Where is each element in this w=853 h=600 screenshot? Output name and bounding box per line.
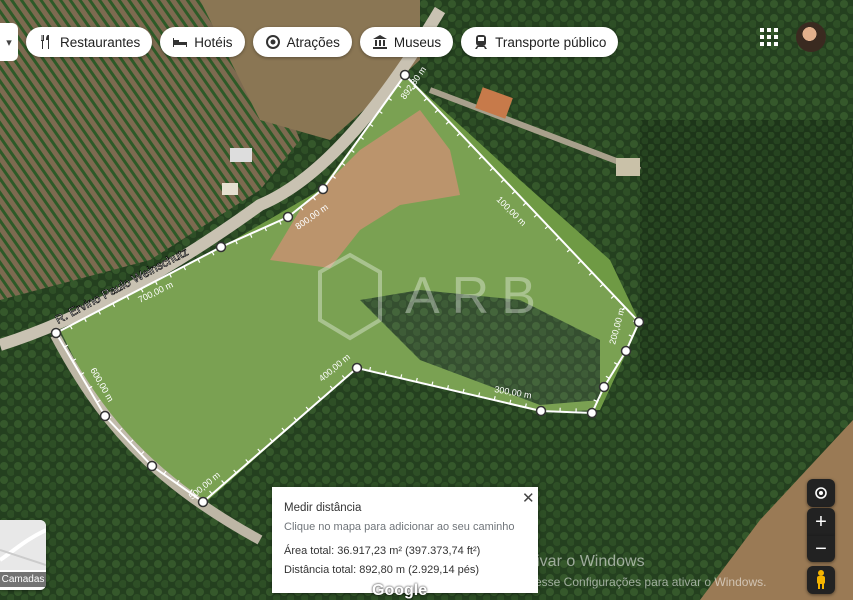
measurement-vertex[interactable] [197, 496, 209, 508]
windows-activation-text: Acesse Configurações para ativar o Windo… [521, 575, 767, 589]
measurement-vertex[interactable] [633, 316, 645, 328]
my-location-button[interactable] [807, 479, 835, 507]
layers-thumbnail [0, 520, 46, 570]
measure-title: Medir distância [284, 502, 362, 514]
museum-icon [372, 35, 387, 49]
chip-restaurantes[interactable]: Restaurantes [26, 27, 153, 57]
chip-hoteis[interactable]: Hotéis [160, 27, 245, 57]
barn [616, 158, 640, 176]
camera-icon [265, 35, 280, 49]
chip-atracoes[interactable]: Atrações [252, 27, 352, 57]
zoom-in-button[interactable]: + [807, 508, 835, 536]
measurement-vertex[interactable] [399, 69, 411, 81]
total-distance: Distância total: 892,80 m (2.929,14 pés) [284, 564, 480, 576]
account-avatar[interactable] [796, 22, 826, 52]
measure-distance-panel: Medir distância ✕ Clique no mapa para ad… [272, 487, 538, 593]
pegman-button[interactable] [807, 566, 835, 594]
measurement-vertex[interactable] [215, 241, 227, 253]
chip-label: Atrações [286, 34, 340, 50]
measurement-vertex[interactable] [620, 345, 632, 357]
measurement-vertex[interactable] [598, 381, 610, 393]
measurement-vertex[interactable] [99, 410, 111, 422]
expand-panel-button[interactable]: ▾ [0, 23, 18, 61]
measurement-vertex[interactable] [351, 362, 363, 374]
dark-forest-east [640, 120, 853, 380]
measurement-vertex[interactable] [535, 405, 547, 417]
measurement-vertex[interactable] [282, 211, 294, 223]
shed [230, 148, 252, 162]
zoom-out-button[interactable]: − [807, 536, 835, 562]
windows-activation-title: Ativar o Windows [521, 553, 645, 570]
measurement-vertex[interactable] [586, 407, 598, 419]
pegman-icon [817, 570, 825, 589]
location-target-icon [815, 487, 827, 499]
measurement-vertex[interactable] [50, 327, 62, 339]
apps-grid-icon[interactable] [760, 28, 778, 46]
category-chips: ▾ Restaurantes Hotéis Atrações Museus Tr… [0, 23, 619, 61]
layers-label: Camadas [0, 572, 46, 587]
chip-label: Restaurantes [60, 34, 141, 50]
close-icon[interactable]: ✕ [522, 489, 535, 507]
minus-icon: − [815, 537, 827, 560]
chip-museus[interactable]: Museus [359, 27, 454, 57]
shed [222, 183, 238, 195]
fork-knife-icon [41, 35, 49, 49]
chip-label: Museus [393, 34, 442, 50]
bed-icon [173, 38, 188, 47]
layers-button[interactable]: Camadas [0, 520, 46, 590]
google-logo: Google [372, 582, 428, 599]
measure-hint: Clique no mapa para adicionar ao seu cam… [284, 521, 515, 533]
svg-text:ARB: ARB [405, 267, 548, 325]
total-area: Área total: 36.917,23 m² (397.373,74 ft²… [284, 545, 481, 557]
chevron-down-icon: ▾ [6, 36, 12, 49]
chip-transporte[interactable]: Transporte público [461, 27, 619, 57]
measurement-vertex[interactable] [146, 460, 158, 472]
chip-label: Hotéis [194, 34, 233, 50]
train-icon [475, 35, 488, 49]
measurement-vertex[interactable] [317, 183, 329, 195]
plus-icon: + [815, 510, 827, 533]
chip-label: Transporte público [495, 34, 607, 50]
